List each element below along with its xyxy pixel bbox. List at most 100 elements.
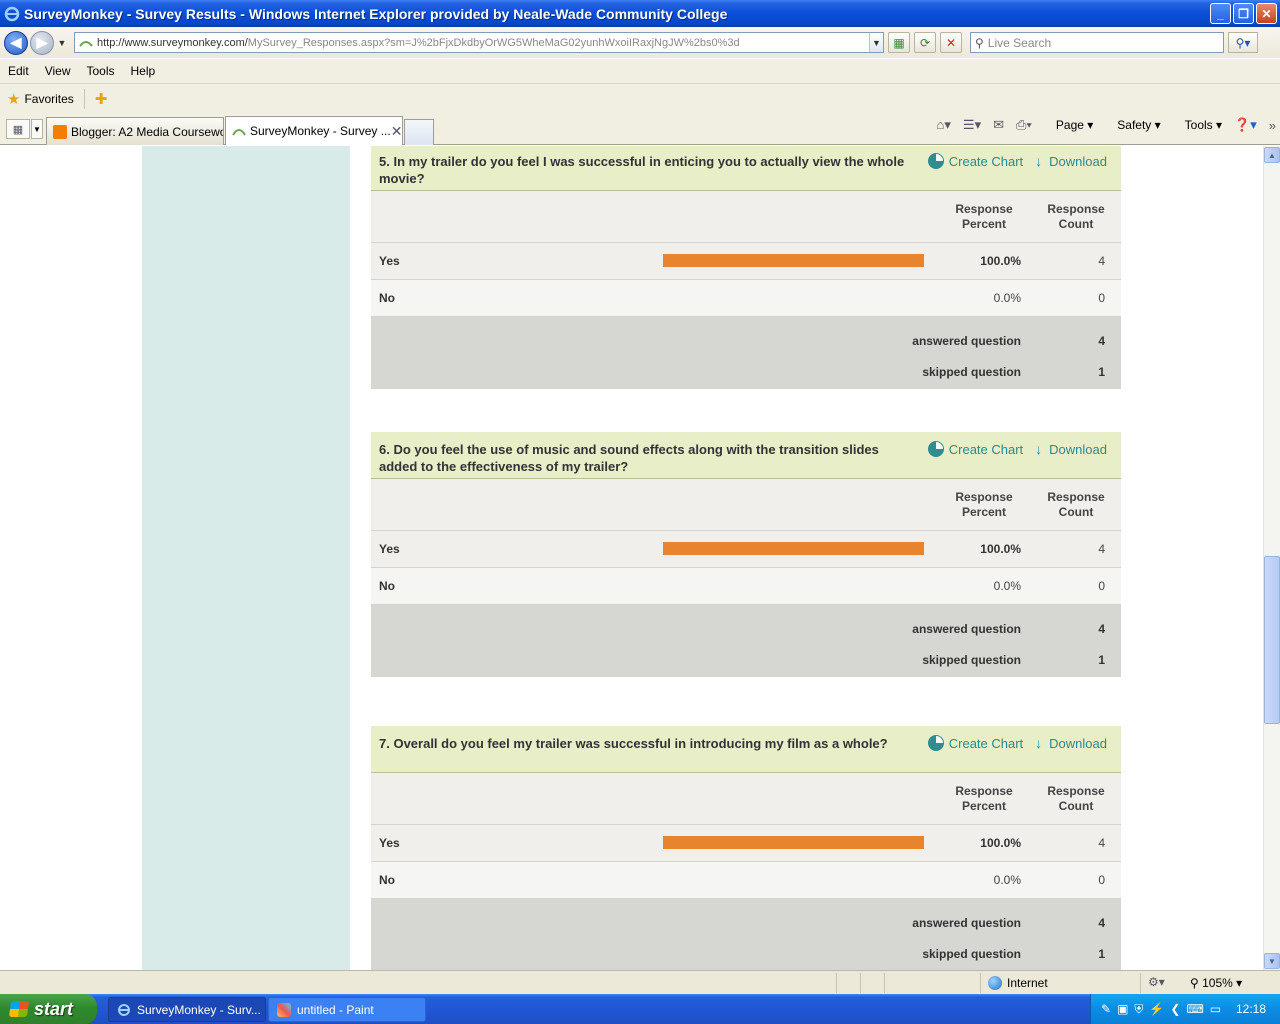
close-button[interactable]: ✕: [1256, 3, 1277, 24]
response-percent: 100.0%: [980, 836, 1021, 850]
divider: [980, 973, 981, 993]
tray-antivirus-icon[interactable]: ⛨: [1134, 1002, 1143, 1017]
download-arrow-icon: ↓: [1035, 153, 1043, 169]
answer-row: No 0.0% 0: [371, 568, 1121, 605]
mail-icon[interactable]: ✉: [993, 117, 1004, 133]
chevron-more-icon[interactable]: »: [1269, 118, 1276, 133]
download-button[interactable]: ↓ Download: [1035, 735, 1107, 751]
taskbar-item-surveymonkey[interactable]: SurveyMonkey - Surv...: [108, 997, 266, 1022]
tray-tool-icon[interactable]: ✎: [1101, 1002, 1111, 1017]
taskbar-item-label: untitled - Paint: [297, 1002, 374, 1017]
response-bar: [663, 254, 924, 267]
compatibility-view-icon[interactable]: ▦: [888, 32, 910, 53]
answer-row: No 0.0% 0: [371, 280, 1121, 317]
answer-row: No 0.0% 0: [371, 862, 1121, 899]
print-icon[interactable]: ⎙▾: [1016, 117, 1032, 133]
skipped-question-count: 1: [1098, 653, 1105, 667]
response-percent-header: Response Percent: [955, 490, 1013, 519]
tab-surveymonkey[interactable]: SurveyMonkey - Survey ... ✕: [225, 116, 403, 145]
maximize-button[interactable]: ❐: [1233, 3, 1254, 24]
taskbar: start SurveyMonkey - Surv... untitled - …: [0, 994, 1280, 1024]
tray-collapse-icon[interactable]: ❮: [1170, 1002, 1180, 1017]
divider: [860, 973, 861, 993]
response-count: 0: [1098, 291, 1105, 305]
tray-network-icon[interactable]: ▣: [1117, 1002, 1128, 1017]
system-tray: ✎ ▣ ⛨ ⚡ ❮ ⌨ ▭ 12:18: [1090, 994, 1280, 1024]
address-input[interactable]: http://www.surveymonkey.com/MySurvey_Res…: [74, 32, 884, 53]
column-headers: Response Percent Response Count: [371, 191, 1121, 243]
download-button[interactable]: ↓ Download: [1035, 441, 1107, 457]
search-placeholder: Live Search: [987, 35, 1052, 50]
window-title: SurveyMonkey - Survey Results - Windows …: [24, 5, 728, 22]
tab-blogger[interactable]: Blogger: A2 Media Coursewo...: [46, 117, 224, 145]
question-header: 7. Overall do you feel my trailer was su…: [371, 726, 1121, 773]
menu-bar: Edit View Tools Help: [0, 58, 1280, 83]
scroll-up-icon[interactable]: ▲: [1264, 147, 1280, 163]
tab-label: SurveyMonkey - Survey ...: [250, 124, 391, 138]
status-bar: Internet ⚙▾ ⚲ 105% ▾: [0, 970, 1280, 994]
download-button[interactable]: ↓ Download: [1035, 153, 1107, 169]
response-percent: 0.0%: [993, 291, 1021, 305]
answer-label: Yes: [379, 254, 400, 268]
safety-menu[interactable]: Safety ▾: [1105, 118, 1160, 132]
protected-mode-icon[interactable]: ⚙▾: [1148, 975, 1165, 989]
safety-menu-label: Safety: [1117, 118, 1152, 132]
create-chart-label: Create Chart: [948, 153, 1024, 169]
question-block: 5. In my trailer do you feel I was succe…: [371, 146, 1121, 389]
recent-pages-dropdown[interactable]: ▼: [56, 38, 68, 48]
new-tab-button[interactable]: [404, 119, 434, 145]
tools-menu[interactable]: Tools ▾: [1173, 118, 1222, 132]
feeds-icon[interactable]: ☰▾: [963, 117, 981, 133]
menu-help[interactable]: Help: [123, 64, 164, 78]
response-percent: 100.0%: [980, 542, 1021, 556]
scroll-down-icon[interactable]: ▼: [1264, 953, 1280, 969]
tray-display-icon[interactable]: ▭: [1210, 1002, 1221, 1017]
home-icon[interactable]: ⌂▾: [937, 117, 951, 133]
tab-list-dropdown[interactable]: ▼: [31, 119, 43, 139]
answer-label: No: [379, 873, 395, 887]
page-menu[interactable]: Page ▾: [1044, 118, 1093, 132]
stop-icon[interactable]: ✕: [940, 32, 962, 53]
tray-safely-remove-icon[interactable]: ⚡: [1149, 1002, 1164, 1017]
menu-view[interactable]: View: [37, 64, 79, 78]
tray-language-icon[interactable]: ⌨: [1186, 1002, 1203, 1017]
start-button[interactable]: start: [0, 994, 97, 1024]
answer-row: Yes 100.0% 4: [371, 243, 1121, 280]
help-icon[interactable]: ❓▾: [1234, 117, 1257, 133]
response-count-header: Response Count: [1047, 490, 1105, 519]
globe-icon: [988, 976, 1002, 990]
surveymonkey-icon: [232, 129, 246, 136]
search-input[interactable]: ⚲ Live Search: [970, 32, 1224, 53]
question-actions: Create Chart ↓ Download: [916, 153, 1107, 169]
skipped-question-count: 1: [1098, 947, 1105, 961]
back-button[interactable]: ◀: [4, 30, 28, 55]
add-to-favorites-icon[interactable]: ✚: [95, 90, 108, 108]
surveymonkey-icon: [79, 40, 93, 47]
answered-question-label: answered question: [912, 334, 1021, 348]
scroll-thumb[interactable]: [1264, 556, 1280, 724]
zoom-control[interactable]: ⚲ 105% ▾: [1190, 976, 1242, 990]
skipped-question-label: skipped question: [922, 947, 1021, 961]
create-chart-label: Create Chart: [948, 735, 1024, 751]
forward-button[interactable]: ▶: [30, 30, 54, 55]
question-block: 7. Overall do you feel my trailer was su…: [371, 726, 1121, 970]
url-host: http://www.surveymonkey.com/: [97, 36, 248, 49]
create-chart-label: Create Chart: [948, 441, 1024, 457]
menu-tools[interactable]: Tools: [78, 64, 122, 78]
create-chart-button[interactable]: Create Chart: [927, 441, 1024, 457]
create-chart-button[interactable]: Create Chart: [927, 735, 1024, 751]
close-tab-icon[interactable]: ✕: [391, 123, 402, 140]
minimize-button[interactable]: _: [1210, 3, 1231, 24]
quick-tabs-icon[interactable]: ▦: [6, 119, 30, 139]
address-dropdown[interactable]: ▼: [869, 33, 883, 52]
refresh-icon[interactable]: ⟳: [914, 32, 936, 53]
divider: [1140, 973, 1141, 993]
taskbar-item-paint[interactable]: untitled - Paint: [268, 997, 426, 1022]
vertical-scrollbar[interactable]: ▲ ▼: [1263, 146, 1280, 970]
favorites-button[interactable]: Favorites: [24, 92, 73, 106]
response-percent-header: Response Percent: [955, 202, 1013, 231]
create-chart-button[interactable]: Create Chart: [927, 153, 1024, 169]
menu-edit[interactable]: Edit: [0, 64, 37, 78]
question-actions: Create Chart ↓ Download: [916, 441, 1107, 457]
search-button[interactable]: ⚲▾: [1228, 32, 1258, 53]
